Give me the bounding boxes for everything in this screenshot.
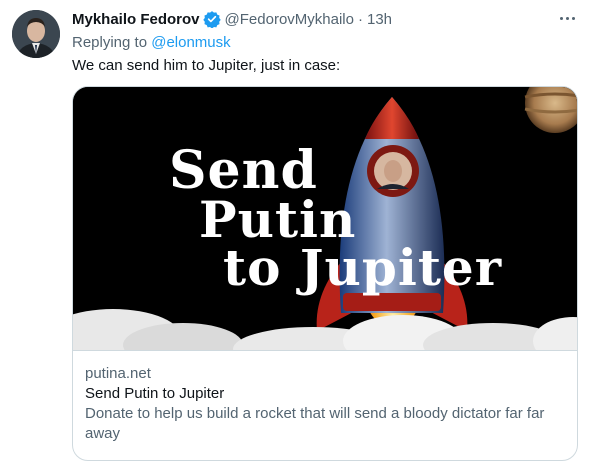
replying-to: Replying to @elonmusk xyxy=(72,34,231,51)
author-handle[interactable]: @FedorovMykhailo xyxy=(225,11,354,28)
timestamp[interactable]: 13h xyxy=(367,11,392,28)
avatar[interactable] xyxy=(12,10,60,58)
card-body[interactable]: putina.net Send Putin to Jupiter Donate … xyxy=(73,352,577,444)
verified-badge-icon xyxy=(202,10,221,29)
tweet[interactable]: Mykhailo Fedorov @FedorovMykhailo · 13h … xyxy=(0,0,593,472)
link-card[interactable]: Send Putin to Jupiter putina.net Send Pu… xyxy=(72,86,578,461)
card-domain: putina.net xyxy=(85,365,151,382)
separator-dot: · xyxy=(357,10,363,28)
mention-link[interactable]: @elonmusk xyxy=(151,34,230,51)
card-image[interactable]: Send Putin to Jupiter xyxy=(73,87,577,351)
image-text-line-3: to Jupiter xyxy=(223,238,503,297)
card-description: Donate to help us build a rocket that wi… xyxy=(85,405,545,442)
more-horizontal-icon[interactable] xyxy=(557,8,577,28)
tweet-header: Mykhailo Fedorov @FedorovMykhailo · 13h xyxy=(72,9,392,29)
author-name[interactable]: Mykhailo Fedorov xyxy=(72,11,200,28)
replying-prefix: Replying to xyxy=(72,34,148,51)
card-title: Send Putin to Jupiter xyxy=(85,385,225,402)
tweet-text: We can send him to Jupiter, just in case… xyxy=(72,57,341,74)
